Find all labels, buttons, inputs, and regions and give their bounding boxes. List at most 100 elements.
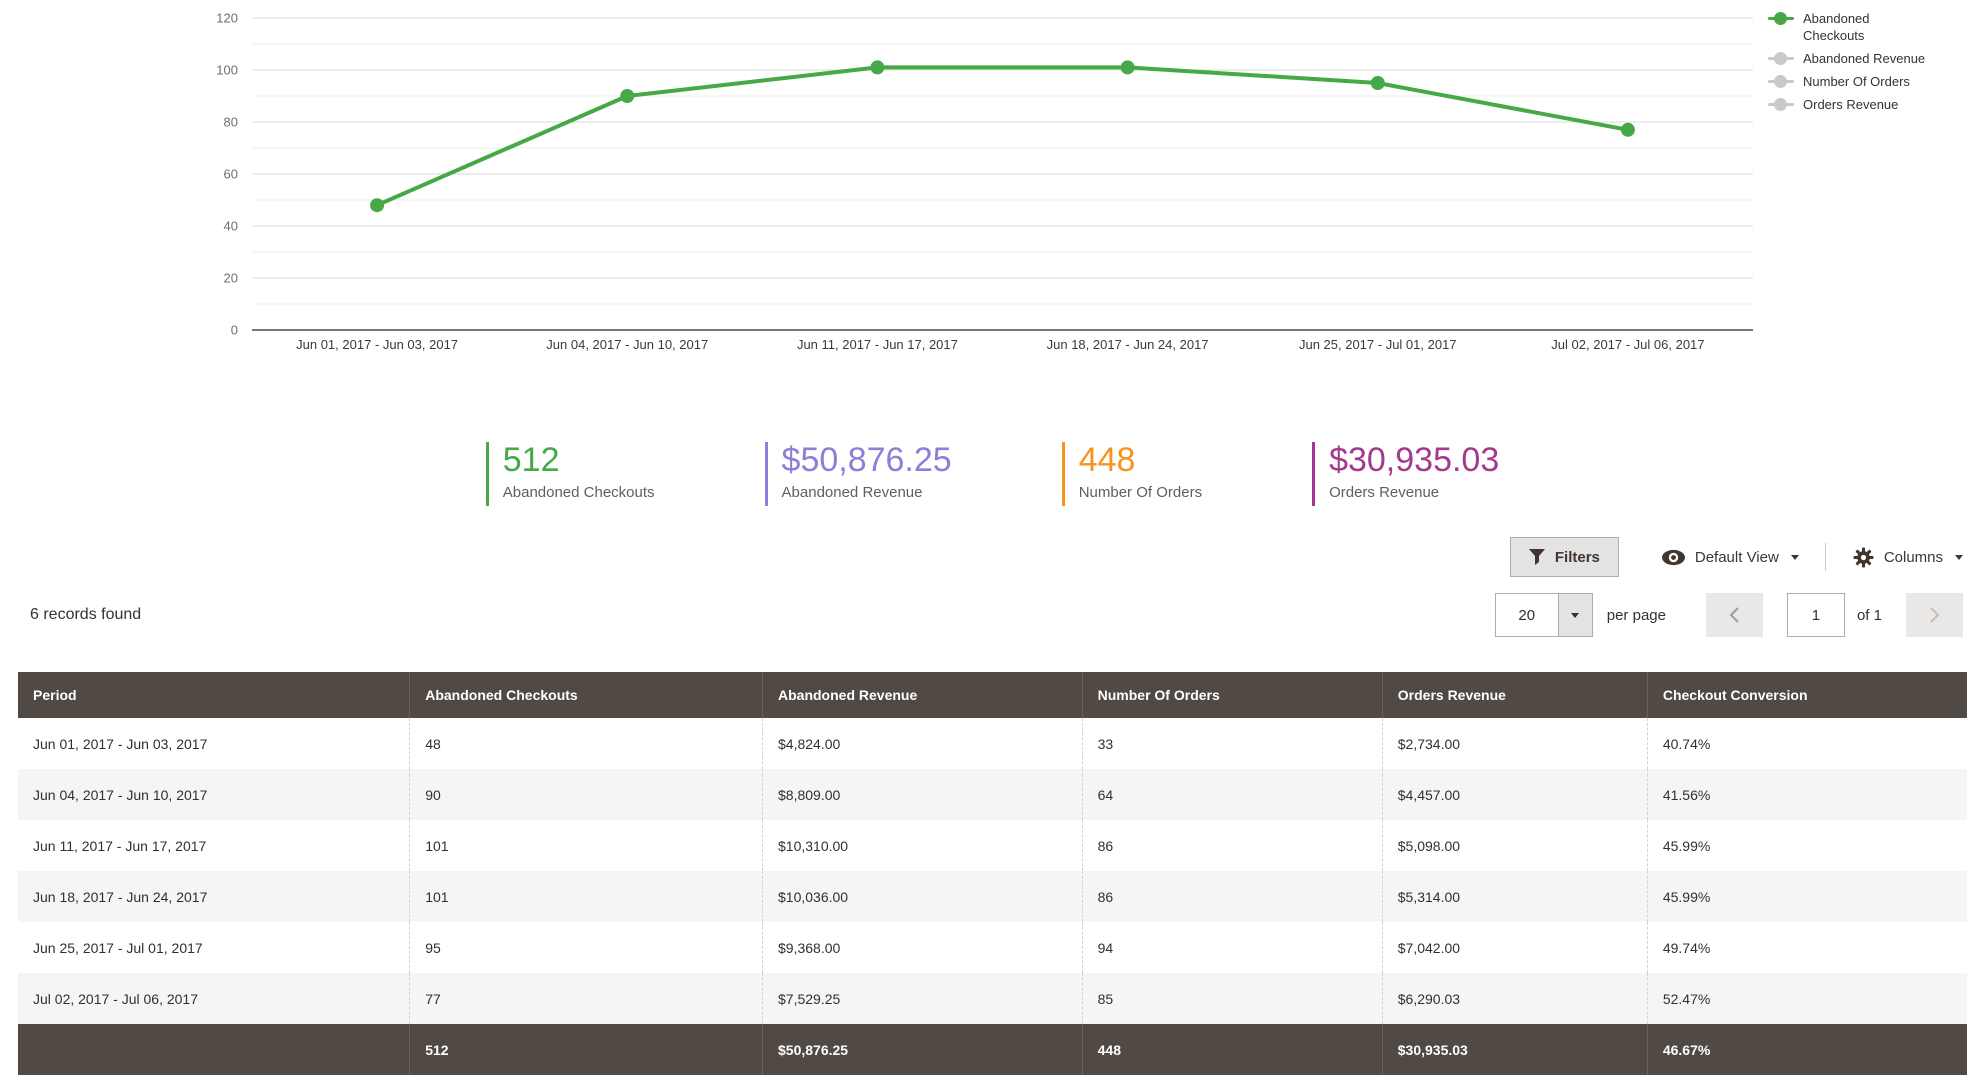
legend-item-abandoned-revenue[interactable]: Abandoned Revenue — [1768, 50, 1929, 67]
columns-label: Columns — [1884, 549, 1943, 566]
filters-label: Filters — [1555, 549, 1600, 566]
table-cell: 86 — [1082, 820, 1382, 871]
records-pagination-row: 6 records found 20 per page of 1 — [30, 592, 1963, 638]
columns-button[interactable]: Columns — [1852, 546, 1963, 569]
svg-text:60: 60 — [224, 167, 238, 182]
table-cell: $4,824.00 — [763, 718, 1083, 769]
table-cell: 45.99% — [1647, 871, 1967, 922]
eye-icon — [1661, 549, 1686, 566]
stat-abandoned-revenue: $50,876.25Abandoned Revenue — [765, 442, 952, 506]
table-cell: 40.74% — [1647, 718, 1967, 769]
grid-totals-row: 512$50,876.25448$30,935.0346.67% — [18, 1024, 1967, 1075]
column-header-number-of-orders[interactable]: Number Of Orders — [1082, 672, 1382, 718]
svg-text:Jun 18, 2017 - Jun 24, 2017: Jun 18, 2017 - Jun 24, 2017 — [1047, 337, 1209, 352]
table-cell: 101 — [410, 871, 763, 922]
legend-marker — [1768, 96, 1794, 112]
stat-value: 512 — [503, 442, 655, 478]
table-cell: Jun 01, 2017 - Jun 03, 2017 — [18, 718, 410, 769]
table-cell: 49.74% — [1647, 922, 1967, 973]
legend-label: Abandoned Revenue — [1803, 50, 1925, 67]
filters-button[interactable]: Filters — [1510, 537, 1619, 577]
legend-item-orders-revenue[interactable]: Orders Revenue — [1768, 96, 1929, 113]
chart-legend: Abandoned Checkouts Abandoned Revenue Numb… — [1768, 10, 1929, 119]
of-pages-label: of 1 — [1857, 607, 1882, 624]
gear-icon — [1852, 546, 1875, 569]
stat-value: 448 — [1079, 442, 1202, 478]
svg-text:Jun 04, 2017 - Jun 10, 2017: Jun 04, 2017 - Jun 10, 2017 — [546, 337, 708, 352]
table-cell: $9,368.00 — [763, 922, 1083, 973]
column-header-abandoned-checkouts[interactable]: Abandoned Checkouts — [410, 672, 763, 718]
table-cell: 41.56% — [1647, 769, 1967, 820]
next-page-button[interactable] — [1906, 593, 1963, 637]
svg-text:Jul 02, 2017 - Jul 06, 2017: Jul 02, 2017 - Jul 06, 2017 — [1551, 337, 1704, 352]
table-cell: $5,098.00 — [1382, 820, 1647, 871]
legend-label: Abandoned Checkouts — [1803, 10, 1929, 44]
totals-cell — [18, 1024, 410, 1075]
table-cell: 85 — [1082, 973, 1382, 1024]
summary-stats: 512 Abandoned Checkouts $50,876.25Abandone… — [0, 442, 1985, 506]
table-cell: Jun 04, 2017 - Jun 10, 2017 — [18, 769, 410, 820]
table-row: Jun 25, 2017 - Jul 01, 201795$9,368.0094… — [18, 922, 1967, 973]
legend-label: Orders Revenue — [1803, 96, 1898, 113]
column-header-period[interactable]: Period — [18, 672, 410, 718]
table-cell: Jun 11, 2017 - Jun 17, 2017 — [18, 820, 410, 871]
legend-item-number-of-orders[interactable]: Number Of Orders — [1768, 73, 1929, 90]
report-chart: 020406080100120Jun 01, 2017 - Jun 03, 20… — [0, 0, 1985, 360]
totals-cell: 512 — [410, 1024, 763, 1075]
chevron-down-icon — [1791, 555, 1799, 560]
svg-text:Jun 25, 2017 - Jul 01, 2017: Jun 25, 2017 - Jul 01, 2017 — [1299, 337, 1457, 352]
table-cell: $4,457.00 — [1382, 769, 1647, 820]
column-header-checkout-conversion[interactable]: Checkout Conversion — [1647, 672, 1967, 718]
svg-text:Jun 11, 2017 - Jun 17, 2017: Jun 11, 2017 - Jun 17, 2017 — [797, 337, 958, 352]
report-data-grid: PeriodAbandoned CheckoutsAbandoned Reven… — [18, 672, 1967, 1075]
table-row: Jun 18, 2017 - Jun 24, 2017101$10,036.00… — [18, 871, 1967, 922]
table-cell: Jul 02, 2017 - Jul 06, 2017 — [18, 973, 410, 1024]
chevron-right-icon — [1929, 606, 1940, 624]
column-header-orders-revenue[interactable]: Orders Revenue — [1382, 672, 1647, 718]
select-arrow — [1558, 594, 1592, 636]
records-found-summary: 6 records found — [30, 606, 141, 624]
legend-item-abandoned-checkouts[interactable]: Abandoned Checkouts — [1768, 10, 1929, 44]
table-cell: 90 — [410, 769, 763, 820]
table-cell: 86 — [1082, 871, 1382, 922]
legend-marker — [1768, 10, 1794, 26]
table-cell: 45.99% — [1647, 820, 1967, 871]
totals-cell: $50,876.25 — [763, 1024, 1083, 1075]
filter-funnel-icon — [1529, 549, 1545, 565]
page-number-input[interactable] — [1787, 593, 1845, 637]
table-row: Jun 11, 2017 - Jun 17, 2017101$10,310.00… — [18, 820, 1967, 871]
table-cell: $6,290.03 — [1382, 973, 1647, 1024]
stat-number-of-orders: 448 Number Of Orders — [1062, 442, 1202, 506]
table-cell: $7,042.00 — [1382, 922, 1647, 973]
table-row: Jul 02, 2017 - Jul 06, 201777$7,529.2585… — [18, 973, 1967, 1024]
per-page-label: per page — [1607, 607, 1666, 624]
stat-value: $30,935.03 — [1329, 442, 1499, 478]
legend-marker — [1768, 50, 1794, 66]
per-page-value: 20 — [1496, 594, 1558, 636]
toolbar-divider — [1825, 543, 1826, 571]
stat-orders-revenue: $30,935.03Orders Revenue — [1312, 442, 1499, 506]
legend-marker — [1768, 73, 1794, 89]
svg-text:20: 20 — [224, 271, 238, 286]
column-header-abandoned-revenue[interactable]: Abandoned Revenue — [763, 672, 1083, 718]
previous-page-button[interactable] — [1706, 593, 1763, 637]
table-cell: 33 — [1082, 718, 1382, 769]
table-cell: 94 — [1082, 922, 1382, 973]
table-cell: 64 — [1082, 769, 1382, 820]
grid-header-row: PeriodAbandoned CheckoutsAbandoned Reven… — [18, 672, 1967, 718]
view-selector-button[interactable]: Default View — [1661, 549, 1799, 566]
table-cell: 77 — [410, 973, 763, 1024]
stat-value: $50,876.25 — [782, 442, 952, 478]
svg-text:120: 120 — [216, 11, 238, 26]
table-cell: 48 — [410, 718, 763, 769]
svg-text:40: 40 — [224, 219, 238, 234]
table-cell: $8,809.00 — [763, 769, 1083, 820]
legend-label: Number Of Orders — [1803, 73, 1910, 90]
svg-text:0: 0 — [231, 323, 238, 338]
stat-label: Number Of Orders — [1079, 484, 1202, 501]
svg-text:Jun 01, 2017 - Jun 03, 2017: Jun 01, 2017 - Jun 03, 2017 — [296, 337, 458, 352]
stat-abandoned-checkouts: 512 Abandoned Checkouts — [486, 442, 655, 506]
per-page-select[interactable]: 20 — [1495, 593, 1593, 637]
stat-label: Abandoned Checkouts — [503, 484, 655, 501]
table-cell: $10,036.00 — [763, 871, 1083, 922]
